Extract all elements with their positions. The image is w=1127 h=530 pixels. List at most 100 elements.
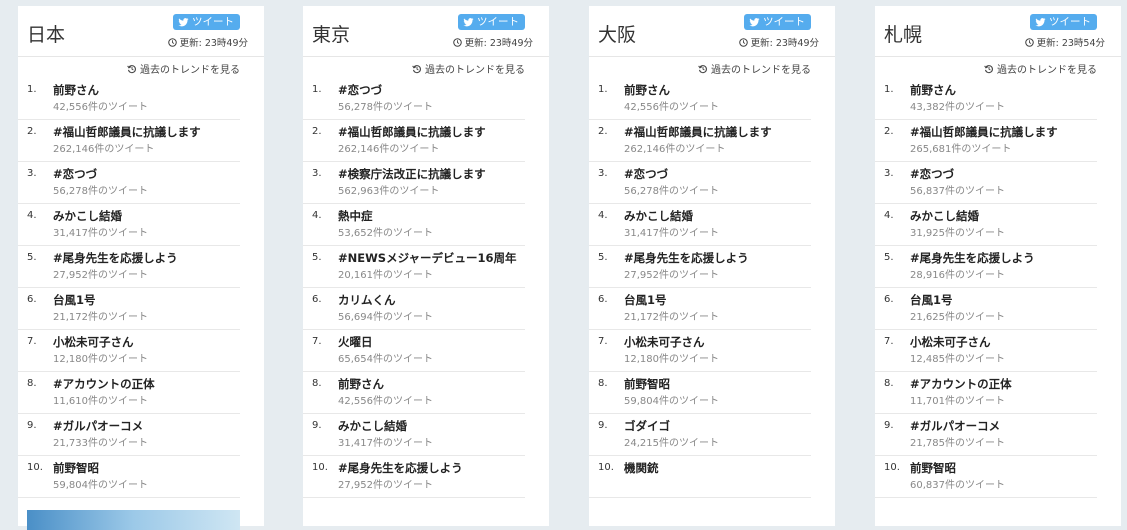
trend-row[interactable]: 8. 前野智昭 59,804件のツイート [589, 372, 811, 414]
trend-row[interactable]: 7. 小松未可子さん 12,180件のツイート [589, 330, 811, 372]
trend-name[interactable]: 前野さん [338, 376, 384, 392]
trend-name[interactable]: #尾身先生を応援しよう [338, 460, 463, 476]
trend-name[interactable]: 前野智昭 [624, 376, 670, 392]
trend-row[interactable]: 1. 前野さん 42,556件のツイート [18, 78, 240, 120]
past-trends-link[interactable]: 過去のトレンドを見る [984, 61, 1097, 76]
trend-row[interactable]: 6. 台風1号 21,172件のツイート [18, 288, 240, 330]
trend-name[interactable]: #ガルパオーコメ [910, 418, 1000, 434]
past-trends-label: 過去のトレンドを見る [711, 65, 811, 76]
trend-name[interactable]: 前野智昭 [53, 460, 99, 476]
trend-row[interactable]: 9. #ガルパオーコメ 21,785件のツイート [875, 414, 1097, 456]
trend-row[interactable]: 6. カリムくん 56,694件のツイート [303, 288, 525, 330]
trend-row[interactable]: 6. 台風1号 21,625件のツイート [875, 288, 1097, 330]
trend-name[interactable]: 小松未可子さん [624, 334, 705, 350]
past-trends-link[interactable]: 過去のトレンドを見る [412, 61, 525, 76]
trend-name[interactable]: #NEWSメジャーデビュー16周年 [338, 250, 517, 266]
trend-row[interactable]: 9. #ガルパオーコメ 21,733件のツイート [18, 414, 240, 456]
trend-rank: 6. [598, 294, 608, 305]
trend-row[interactable]: 9. みかこし結婚 31,417件のツイート [303, 414, 525, 456]
trend-name[interactable]: カリムくん [338, 292, 396, 308]
trend-row[interactable]: 10. #尾身先生を応援しよう 27,952件のツイート [303, 456, 525, 498]
trend-name[interactable]: #恋つづ [53, 166, 97, 182]
trend-row[interactable]: 7. 小松未可子さん 12,180件のツイート [18, 330, 240, 372]
trend-name[interactable]: みかこし結婚 [338, 418, 407, 434]
tweet-button[interactable]: ツイート [1030, 14, 1097, 30]
trend-row[interactable]: 4. みかこし結婚 31,417件のツイート [589, 204, 811, 246]
updated-prefix: 更新: [1036, 38, 1059, 49]
trend-row[interactable]: 7. 火曜日 65,654件のツイート [303, 330, 525, 372]
trend-name[interactable]: #尾身先生を応援しよう [624, 250, 749, 266]
updated-time: 更新: 23時49分 [167, 35, 248, 49]
trend-name[interactable]: 台風1号 [910, 292, 953, 308]
trend-name[interactable]: 前野さん [624, 82, 670, 98]
trend-row[interactable]: 8. 前野さん 42,556件のツイート [303, 372, 525, 414]
trend-row[interactable]: 1. 前野さん 42,556件のツイート [589, 78, 811, 120]
trend-row[interactable]: 1. 前野さん 43,382件のツイート [875, 78, 1097, 120]
trend-row[interactable]: 9. ゴダイゴ 24,215件のツイート [589, 414, 811, 456]
trend-row[interactable]: 8. #アカウントの正体 11,610件のツイート [18, 372, 240, 414]
ad-banner[interactable] [27, 510, 240, 530]
trend-name[interactable]: 前野智昭 [910, 460, 956, 476]
history-icon [984, 64, 993, 73]
trend-name[interactable]: みかこし結婚 [53, 208, 122, 224]
trend-name[interactable]: みかこし結婚 [624, 208, 693, 224]
trend-name[interactable]: #尾身先生を応援しよう [53, 250, 178, 266]
trend-name[interactable]: #恋つづ [910, 166, 954, 182]
trend-row[interactable]: 3. #恋つづ 56,278件のツイート [18, 162, 240, 204]
trend-row[interactable]: 2. #福山哲郎議員に抗議します 262,146件のツイート [303, 120, 525, 162]
past-trends-link[interactable]: 過去のトレンドを見る [127, 61, 240, 76]
updated-value: 23時54分 [1061, 38, 1105, 49]
trend-row[interactable]: 5. #尾身先生を応援しよう 28,916件のツイート [875, 246, 1097, 288]
trend-row[interactable]: 5. #NEWSメジャーデビュー16周年 20,161件のツイート [303, 246, 525, 288]
trend-name[interactable]: 熱中症 [338, 208, 373, 224]
trend-row[interactable]: 4. みかこし結婚 31,417件のツイート [18, 204, 240, 246]
trend-name[interactable]: #ガルパオーコメ [53, 418, 143, 434]
past-trends-link[interactable]: 過去のトレンドを見る [698, 61, 811, 76]
trend-name[interactable]: 小松未可子さん [53, 334, 134, 350]
trend-row[interactable]: 3. #恋つづ 56,837件のツイート [875, 162, 1097, 204]
trend-name[interactable]: 小松未可子さん [910, 334, 991, 350]
trend-name[interactable]: 前野さん [910, 82, 956, 98]
trend-rank: 5. [27, 252, 37, 263]
trend-card: 日本 ツイート 更新: 23時49分 過去のトレンドを見る 1. 前野さん 42… [18, 6, 264, 530]
trend-tweet-count: 28,916件のツイート [910, 270, 1005, 281]
trend-name[interactable]: #アカウントの正体 [53, 376, 155, 392]
trend-row[interactable]: 7. 小松未可子さん 12,485件のツイート [875, 330, 1097, 372]
trend-name[interactable]: #恋つづ [338, 82, 382, 98]
trend-row[interactable]: 6. 台風1号 21,172件のツイート [589, 288, 811, 330]
trend-name[interactable]: ゴダイゴ [624, 418, 670, 434]
trend-row[interactable]: 5. #尾身先生を応援しよう 27,952件のツイート [18, 246, 240, 288]
twitter-bird-icon [178, 17, 189, 26]
trend-row[interactable]: 10. 機関銃 [589, 456, 811, 498]
trend-row[interactable]: 2. #福山哲郎議員に抗議します 262,146件のツイート [589, 120, 811, 162]
trend-name[interactable]: #福山哲郎議員に抗議します [624, 124, 772, 140]
trend-name[interactable]: 機関銃 [624, 460, 659, 476]
trend-rank: 8. [884, 378, 894, 389]
trend-name[interactable]: #アカウントの正体 [910, 376, 1012, 392]
trend-row[interactable]: 10. 前野智昭 60,837件のツイート [875, 456, 1097, 498]
trend-row[interactable]: 2. #福山哲郎議員に抗議します 262,146件のツイート [18, 120, 240, 162]
trend-row[interactable]: 10. 前野智昭 59,804件のツイート [18, 456, 240, 498]
trend-row[interactable]: 5. #尾身先生を応援しよう 27,952件のツイート [589, 246, 811, 288]
trend-name[interactable]: 火曜日 [338, 334, 373, 350]
trend-name[interactable]: #福山哲郎議員に抗議します [338, 124, 486, 140]
trend-row[interactable]: 3. #恋つづ 56,278件のツイート [589, 162, 811, 204]
trend-row[interactable]: 8. #アカウントの正体 11,701件のツイート [875, 372, 1097, 414]
trend-name[interactable]: #恋つづ [624, 166, 668, 182]
trend-name[interactable]: #検察庁法改正に抗議します [338, 166, 486, 182]
tweet-button[interactable]: ツイート [744, 14, 811, 30]
trend-name[interactable]: #尾身先生を応援しよう [910, 250, 1035, 266]
trend-row[interactable]: 4. 熱中症 53,652件のツイート [303, 204, 525, 246]
trend-name[interactable]: 前野さん [53, 82, 99, 98]
trend-name[interactable]: みかこし結婚 [910, 208, 979, 224]
tweet-button[interactable]: ツイート [458, 14, 525, 30]
tweet-button[interactable]: ツイート [173, 14, 240, 30]
trend-name[interactable]: 台風1号 [624, 292, 667, 308]
trend-row[interactable]: 1. #恋つづ 56,278件のツイート [303, 78, 525, 120]
trend-row[interactable]: 2. #福山哲郎議員に抗議します 265,681件のツイート [875, 120, 1097, 162]
trend-name[interactable]: #福山哲郎議員に抗議します [910, 124, 1058, 140]
trend-name[interactable]: 台風1号 [53, 292, 96, 308]
trend-name[interactable]: #福山哲郎議員に抗議します [53, 124, 201, 140]
trend-row[interactable]: 3. #検察庁法改正に抗議します 562,963件のツイート [303, 162, 525, 204]
trend-row[interactable]: 4. みかこし結婚 31,925件のツイート [875, 204, 1097, 246]
